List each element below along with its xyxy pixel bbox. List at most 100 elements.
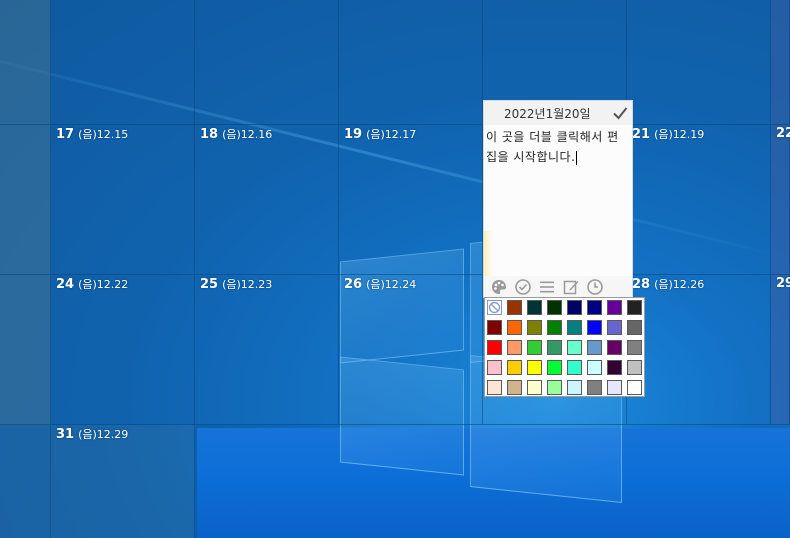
color-swatch[interactable] xyxy=(567,340,582,355)
date-label: 19 (음)12.17 xyxy=(344,126,416,142)
day-number: 18 xyxy=(200,127,219,142)
calendar-day-cell[interactable]: 17 (음)12.15 xyxy=(51,125,195,275)
color-swatch[interactable] xyxy=(547,380,562,395)
palette-icon[interactable] xyxy=(490,278,508,296)
color-swatch[interactable] xyxy=(507,360,522,375)
calendar-day-cell[interactable] xyxy=(771,0,790,125)
date-label: 25 (음)12.23 xyxy=(200,276,272,292)
color-swatch[interactable] xyxy=(507,340,522,355)
memo-text: 이 곳을 더블 클릭해서 편집을 시작합니다. xyxy=(486,130,619,164)
calendar-day-cell[interactable] xyxy=(0,425,51,538)
calendar-day-cell[interactable]: 18 (음)12.16 xyxy=(195,125,339,275)
menu-lines-icon[interactable] xyxy=(538,278,556,296)
lunar-date: (음)12.16 xyxy=(222,128,273,141)
color-swatch[interactable] xyxy=(627,360,642,375)
color-swatch[interactable] xyxy=(627,300,642,315)
calendar-day-cell[interactable]: 26 (음)12.24 xyxy=(339,275,483,425)
lunar-date: (음)12.29 xyxy=(78,428,129,441)
no-color-swatch[interactable] xyxy=(487,300,502,315)
lunar-date: (음)12.24 xyxy=(366,278,417,291)
calendar-day-cell[interactable]: 28 (음)12.26 xyxy=(627,275,771,425)
day-number: 19 xyxy=(344,127,363,142)
color-swatch[interactable] xyxy=(527,300,542,315)
memo-header: 2022년1월20일 xyxy=(484,101,632,125)
color-swatch[interactable] xyxy=(507,320,522,335)
color-swatch[interactable] xyxy=(527,340,542,355)
lunar-date: (음)12.15 xyxy=(78,128,129,141)
date-label: 31 (음)12.29 xyxy=(56,426,128,442)
memo-popup[interactable]: 2022년1월20일 이 곳을 더블 클릭해서 편집을 시작합니다. xyxy=(483,100,633,298)
color-swatch[interactable] xyxy=(607,300,622,315)
memo-text-area[interactable]: 이 곳을 더블 클릭해서 편집을 시작합니다. xyxy=(486,127,630,167)
color-swatch[interactable] xyxy=(607,360,622,375)
clock-icon[interactable] xyxy=(586,278,604,296)
edit-icon[interactable] xyxy=(562,278,580,296)
date-label: 18 (음)12.16 xyxy=(200,126,272,142)
color-swatch[interactable] xyxy=(567,380,582,395)
color-swatch[interactable] xyxy=(627,320,642,335)
calendar-day-cell[interactable] xyxy=(195,0,339,125)
day-number: 24 xyxy=(56,277,75,292)
lunar-date: (음)12.23 xyxy=(222,278,273,291)
calendar-day-cell[interactable] xyxy=(0,125,51,275)
calendar-day-cell[interactable]: 24 (음)12.22 xyxy=(51,275,195,425)
color-swatch[interactable] xyxy=(587,320,602,335)
calendar-day-cell[interactable] xyxy=(627,0,771,125)
day-number: 22 xyxy=(776,126,790,141)
color-swatch[interactable] xyxy=(547,320,562,335)
color-swatch[interactable] xyxy=(487,340,502,355)
text-caret xyxy=(576,150,578,165)
color-swatch[interactable] xyxy=(547,300,562,315)
calendar-day-cell[interactable] xyxy=(51,0,195,125)
color-swatch[interactable] xyxy=(507,380,522,395)
color-swatch[interactable] xyxy=(587,340,602,355)
color-swatch[interactable] xyxy=(607,320,622,335)
color-swatch[interactable] xyxy=(487,320,502,335)
lunar-date: (음)12.19 xyxy=(654,128,705,141)
color-swatch[interactable] xyxy=(527,320,542,335)
color-swatch[interactable] xyxy=(547,360,562,375)
calendar-day-cell[interactable] xyxy=(0,275,51,425)
calendar-day-cell[interactable]: 21 (음)12.19 xyxy=(627,125,771,275)
color-swatch[interactable] xyxy=(587,380,602,395)
calendar-day-cell[interactable]: 22 xyxy=(771,125,790,275)
day-number: 28 xyxy=(632,277,651,292)
color-swatch[interactable] xyxy=(587,300,602,315)
check-circle-icon[interactable] xyxy=(514,278,532,296)
color-swatch[interactable] xyxy=(487,360,502,375)
date-label: 24 (음)12.22 xyxy=(56,276,128,292)
calendar-day-cell[interactable]: 25 (음)12.23 xyxy=(195,275,339,425)
no-color-icon xyxy=(488,301,501,314)
day-number: 21 xyxy=(632,127,651,142)
memo-toolbar xyxy=(484,276,632,298)
date-label: 28 (음)12.26 xyxy=(632,276,704,292)
color-swatch[interactable] xyxy=(527,360,542,375)
check-icon[interactable] xyxy=(611,104,629,122)
color-swatch[interactable] xyxy=(627,380,642,395)
lunar-date: (음)12.17 xyxy=(366,128,417,141)
day-number: 29 xyxy=(776,276,790,291)
date-label: 17 (음)12.15 xyxy=(56,126,128,142)
memo-date: 2022년1월20일 xyxy=(504,107,591,121)
lunar-date: (음)12.22 xyxy=(78,278,129,291)
color-swatch[interactable] xyxy=(567,320,582,335)
calendar-day-cell[interactable]: 29 xyxy=(771,275,790,425)
date-label: 26 (음)12.24 xyxy=(344,276,416,292)
calendar-day-cell[interactable] xyxy=(339,0,483,125)
day-number: 31 xyxy=(56,427,75,442)
lunar-date: (음)12.26 xyxy=(654,278,705,291)
color-swatch[interactable] xyxy=(567,360,582,375)
color-swatch[interactable] xyxy=(607,340,622,355)
color-swatch[interactable] xyxy=(527,380,542,395)
color-swatch[interactable] xyxy=(567,300,582,315)
color-swatch[interactable] xyxy=(507,300,522,315)
calendar-day-cell[interactable]: 31 (음)12.29 xyxy=(51,425,195,538)
calendar-day-cell[interactable]: 19 (음)12.17 xyxy=(339,125,483,275)
calendar-grid: 17 (음)12.15 18 (음)12.16 19 (음)12.17 21 (음)12.19… xyxy=(0,0,790,538)
color-swatch[interactable] xyxy=(487,380,502,395)
color-swatch[interactable] xyxy=(607,380,622,395)
color-swatch[interactable] xyxy=(627,340,642,355)
color-swatch[interactable] xyxy=(547,340,562,355)
color-swatch[interactable] xyxy=(587,360,602,375)
calendar-day-cell[interactable] xyxy=(0,0,51,125)
